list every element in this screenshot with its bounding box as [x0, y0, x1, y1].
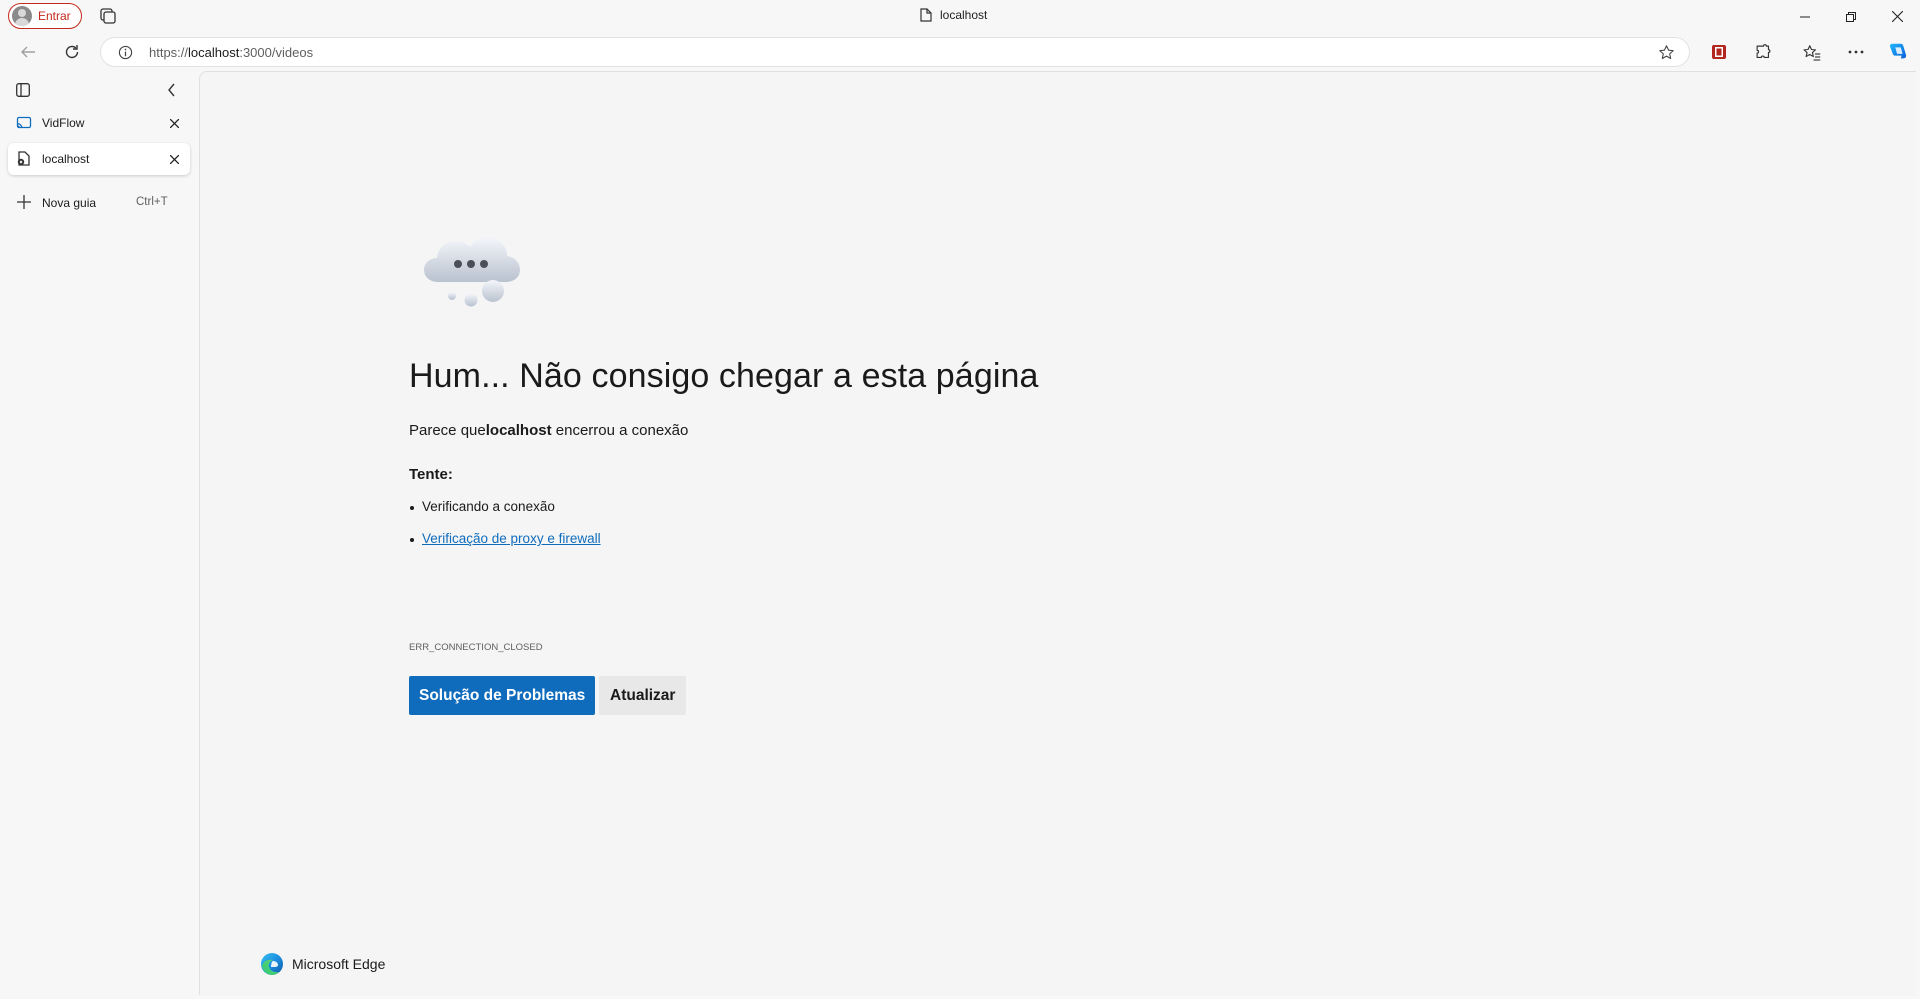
tab-localhost[interactable]: localhost	[8, 143, 190, 175]
url-path: :3000/videos	[239, 45, 314, 60]
suggestion-check-connection: Verificando a conexão	[410, 499, 555, 514]
page-error-icon	[17, 151, 30, 166]
refresh-icon	[65, 45, 79, 59]
more-dots-icon	[1848, 50, 1864, 54]
copilot-button[interactable]	[1883, 38, 1913, 66]
title-bar: Entrar localhost	[0, 0, 1920, 33]
error-subtitle: Parece quelocalhost encerrou a conexão	[409, 422, 688, 439]
page-content: Hum... Não consigo chegar a esta página …	[199, 71, 1916, 995]
puzzle-icon	[1756, 43, 1770, 58]
error-title: Hum... Não consigo chegar a esta página	[409, 357, 1039, 395]
url-text[interactable]: https://localhost:3000/videos	[149, 45, 313, 60]
url-scheme: https://	[149, 45, 189, 60]
profile-button[interactable]: Entrar	[8, 3, 82, 29]
window-title-text: localhost	[940, 8, 988, 22]
back-button[interactable]	[13, 38, 43, 66]
copilot-icon	[1889, 43, 1907, 59]
profile-label: Entrar	[38, 9, 71, 23]
edge-logo-icon	[261, 953, 283, 975]
page-icon	[920, 8, 932, 22]
minimize-icon	[1800, 16, 1810, 17]
workspaces-icon[interactable]	[98, 7, 118, 25]
minimize-button[interactable]	[1782, 0, 1828, 33]
restore-button[interactable]	[1828, 0, 1874, 33]
red-extension-icon	[1712, 45, 1726, 59]
favorite-star-icon[interactable]	[1658, 44, 1675, 61]
extension-button[interactable]	[1704, 38, 1734, 66]
url-host: localhost	[188, 45, 240, 60]
tab-actions-icon[interactable]	[16, 83, 30, 97]
troubleshoot-button[interactable]: Solução de Problemas	[409, 676, 596, 715]
site-info-icon[interactable]	[118, 45, 133, 60]
edge-brand-label: Microsoft Edge	[292, 956, 386, 972]
favorites-list-icon	[1803, 44, 1821, 61]
tab-label: localhost	[42, 152, 90, 166]
close-window-button[interactable]	[1874, 0, 1920, 33]
subtitle-suffix: encerrou a conexão	[551, 422, 689, 439]
try-label: Tente:	[409, 466, 453, 483]
thinking-cloud-icon	[424, 237, 520, 307]
refresh-button[interactable]	[57, 38, 87, 66]
suggestion-proxy-firewall-link[interactable]: Verificação de proxy e firewall	[410, 531, 601, 546]
window-title: localhost	[920, 8, 987, 22]
error-code: ERR_CONNECTION_CLOSED	[409, 642, 543, 653]
close-icon	[1891, 11, 1903, 22]
new-tab-shortcut: Ctrl+T	[136, 196, 168, 208]
new-tab-button[interactable]: Nova guia Ctrl+T	[8, 187, 190, 219]
tab-label: VidFlow	[42, 116, 85, 130]
address-bar[interactable]: https://localhost:3000/videos	[100, 37, 1690, 67]
more-button[interactable]	[1841, 38, 1871, 66]
edge-brand: Microsoft Edge	[260, 952, 385, 976]
restore-icon	[1846, 11, 1856, 22]
vertical-tabs-sidebar: VidFlow localhost Nova guia Ctrl+T	[0, 71, 199, 999]
refresh-page-button[interactable]: Atualizar	[599, 676, 687, 715]
back-arrow-icon	[21, 46, 35, 58]
close-tab-icon[interactable]	[166, 115, 182, 131]
cast-icon	[16, 116, 32, 129]
collapse-sidebar-icon[interactable]	[167, 83, 177, 97]
plus-icon	[17, 195, 31, 209]
close-tab-icon[interactable]	[166, 151, 182, 167]
tab-vidflow[interactable]: VidFlow	[8, 107, 190, 139]
new-tab-label: Nova guia	[42, 196, 97, 210]
navigation-bar: https://localhost:3000/videos	[0, 33, 1920, 71]
avatar-icon	[12, 6, 32, 26]
favorites-button[interactable]	[1797, 38, 1827, 66]
extensions-button[interactable]	[1748, 38, 1778, 66]
subtitle-prefix: Parece que	[409, 422, 486, 439]
subtitle-host: localhost	[485, 422, 552, 439]
